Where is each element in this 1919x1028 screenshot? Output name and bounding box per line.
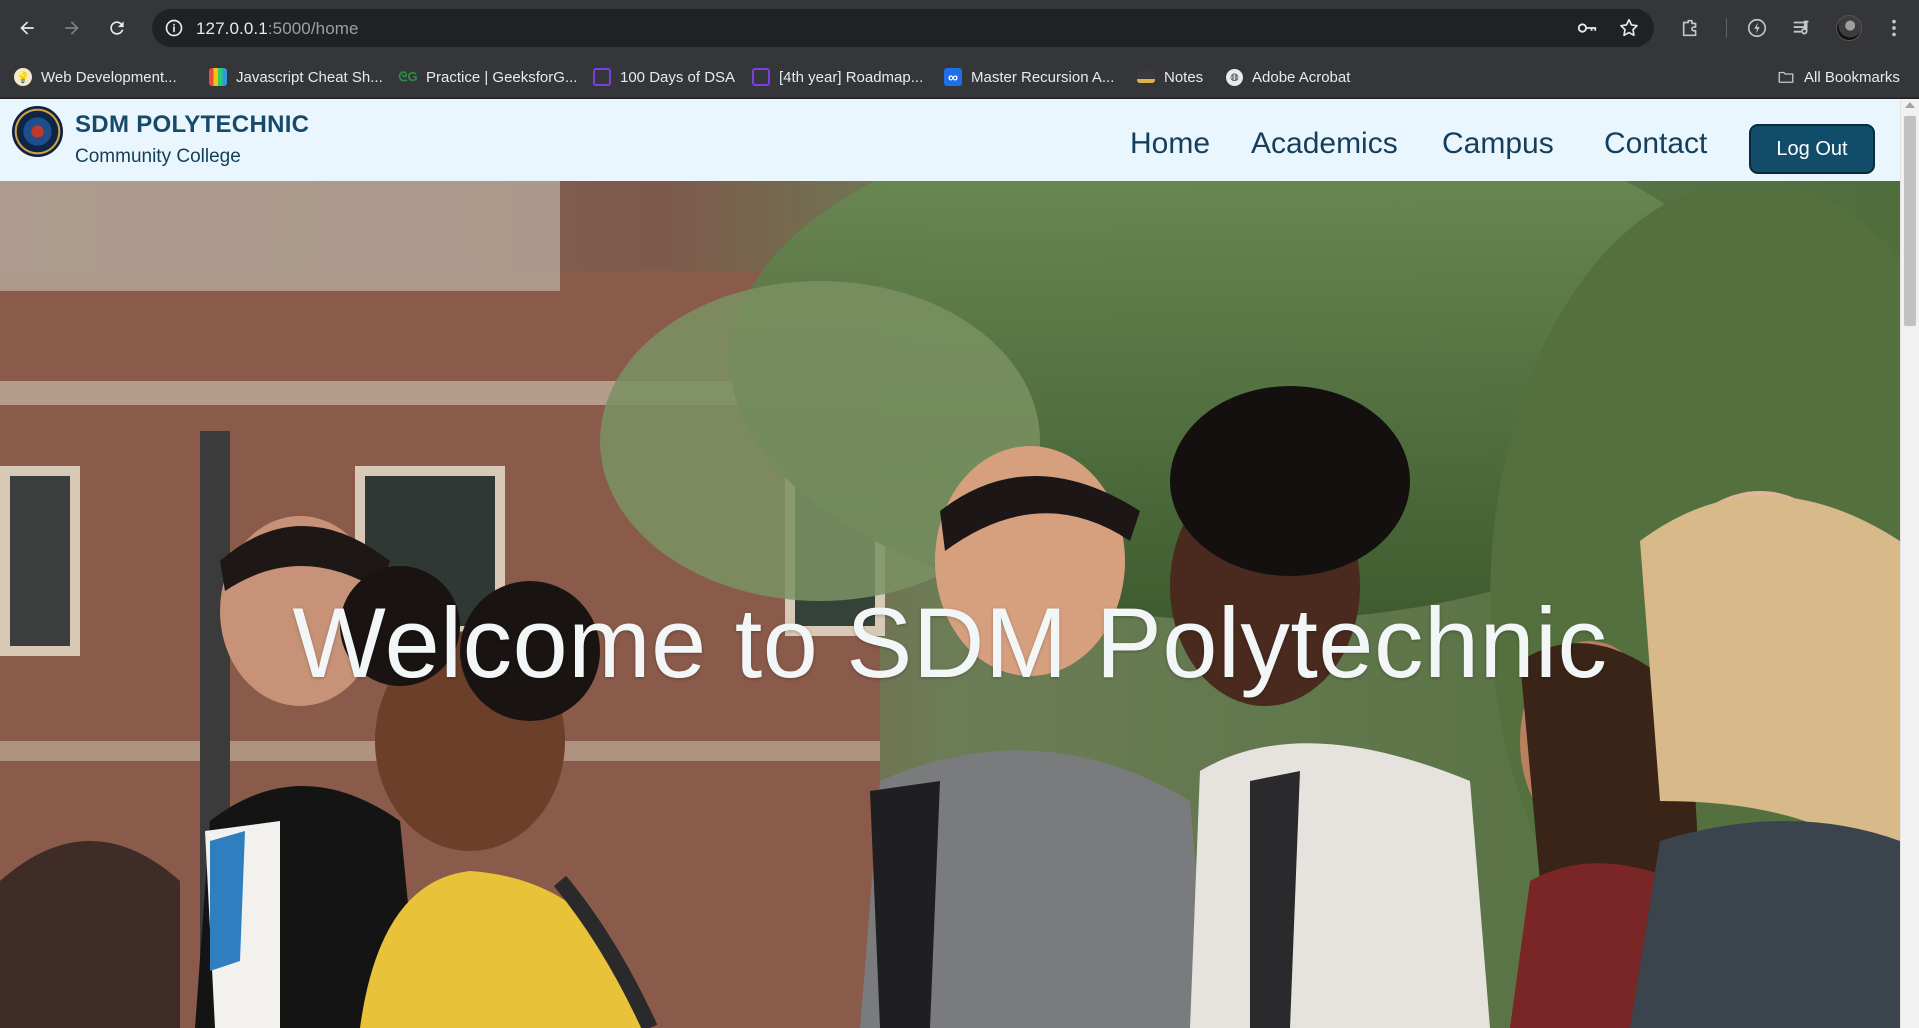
menu-kebab-icon[interactable] bbox=[1882, 16, 1906, 40]
performance-icon[interactable] bbox=[1745, 16, 1769, 40]
bookmark-item[interactable]: Javascript Cheat Sh... bbox=[209, 64, 383, 90]
hero-title: Welcome to SDM Polytechnic bbox=[292, 587, 1608, 698]
page-scrollbar[interactable] bbox=[1900, 99, 1919, 1028]
url-text[interactable]: 127.0.0.1:5000/home bbox=[196, 19, 359, 39]
bookmark-label: Master Recursion A... bbox=[971, 68, 1115, 86]
bookmark-label: [4th year] Roadmap... bbox=[779, 68, 924, 86]
hero-banner: Welcome to SDM Polytechnic bbox=[0, 181, 1900, 1028]
media-controls-icon[interactable] bbox=[1790, 16, 1814, 40]
forward-arrow-icon bbox=[65, 21, 79, 35]
scroll-up-arrow-icon[interactable] bbox=[1905, 102, 1915, 108]
gfg-favicon: ᘓG bbox=[398, 69, 418, 84]
bookmark-item[interactable]: Notes bbox=[1137, 64, 1203, 90]
bookmark-item[interactable]: ◍ Adobe Acrobat bbox=[1226, 64, 1350, 90]
college-logo[interactable] bbox=[12, 106, 63, 157]
bookmark-label: Adobe Acrobat bbox=[1252, 68, 1351, 86]
bookmark-item[interactable]: 100 Days of DSA bbox=[593, 64, 735, 90]
site-header: SDM POLYTECHNIC Community College Home A… bbox=[0, 99, 1900, 181]
nav-campus-link[interactable]: Campus bbox=[1442, 127, 1554, 161]
bulb-favicon: 💡 bbox=[14, 68, 32, 86]
brand-name: SDM POLYTECHNIC bbox=[75, 111, 310, 138]
all-bookmarks-button[interactable]: All Bookmarks bbox=[1777, 64, 1900, 90]
brand-subtitle: Community College bbox=[75, 146, 241, 167]
bookmark-label: Practice | GeeksforG... bbox=[426, 68, 578, 86]
infinity-favicon: ∞ bbox=[944, 68, 962, 86]
site-info-icon[interactable] bbox=[162, 16, 186, 40]
purple-box-favicon bbox=[752, 68, 770, 86]
globe-favicon: ◍ bbox=[1226, 68, 1243, 86]
url-path: :5000/home bbox=[267, 19, 359, 38]
bookmark-label: 100 Days of DSA bbox=[620, 68, 736, 86]
purple-box-favicon bbox=[593, 68, 611, 86]
reload-icon bbox=[110, 21, 124, 35]
page-viewport: SDM POLYTECHNIC Community College Home A… bbox=[0, 99, 1919, 1028]
bookmark-item[interactable]: ᘓG Practice | GeeksforG... bbox=[398, 64, 578, 90]
toolbar-divider bbox=[1726, 18, 1727, 38]
bookmark-label: Javascript Cheat Sh... bbox=[236, 68, 383, 86]
logout-button[interactable]: Log Out bbox=[1749, 124, 1875, 174]
url-host: 127.0.0.1 bbox=[196, 19, 268, 38]
address-bar[interactable]: 127.0.0.1:5000/home bbox=[152, 9, 1654, 47]
bookmark-item[interactable]: ∞ Master Recursion A... bbox=[944, 64, 1114, 90]
profile-avatar[interactable] bbox=[1836, 15, 1862, 41]
back-button[interactable] bbox=[9, 10, 45, 46]
bookmark-item[interactable]: [4th year] Roadmap... bbox=[752, 64, 923, 90]
folder-icon bbox=[1777, 68, 1795, 86]
back-arrow-icon bbox=[20, 21, 34, 35]
bookmark-label: Web Development... bbox=[41, 68, 177, 86]
nav-academics-link[interactable]: Academics bbox=[1251, 127, 1398, 161]
extensions-icon[interactable] bbox=[1679, 16, 1703, 40]
forward-button[interactable] bbox=[54, 10, 90, 46]
nav-home-link[interactable]: Home bbox=[1130, 127, 1210, 161]
bookmark-label: Notes bbox=[1164, 68, 1204, 86]
scrollbar-thumb[interactable] bbox=[1904, 116, 1916, 326]
notes-favicon bbox=[1137, 71, 1155, 83]
nav-contact-link[interactable]: Contact bbox=[1604, 127, 1707, 161]
browser-toolbar: 127.0.0.1:5000/home bbox=[0, 0, 1919, 56]
password-key-icon[interactable] bbox=[1576, 17, 1598, 39]
bookmark-star-icon[interactable] bbox=[1618, 17, 1640, 39]
bookmarks-bar: 💡 Web Development... Javascript Cheat Sh… bbox=[0, 56, 1919, 98]
reload-button[interactable] bbox=[99, 10, 135, 46]
all-bookmarks-label: All Bookmarks bbox=[1804, 68, 1900, 86]
bookmark-item[interactable]: 💡 Web Development... bbox=[14, 64, 177, 90]
stripes-favicon bbox=[209, 68, 227, 86]
